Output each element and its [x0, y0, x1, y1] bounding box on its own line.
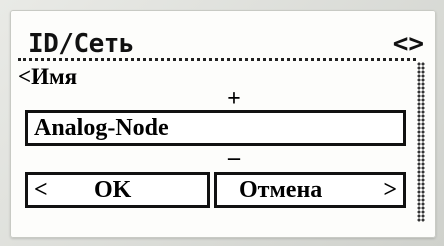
name-field[interactable]: Analog-Node [25, 110, 406, 146]
decrement-indicator[interactable]: – [222, 146, 246, 170]
back-to-name[interactable]: <Имя [18, 62, 77, 92]
header-divider [18, 58, 416, 61]
scrollbar[interactable] [417, 62, 425, 222]
cancel-button[interactable]: Отмена > [214, 172, 406, 208]
chevron-right-icon: > [383, 177, 397, 203]
increment-indicator[interactable]: + [222, 86, 246, 112]
page-nav-arrows[interactable]: <> [393, 26, 424, 62]
ok-button-label: OK [94, 177, 132, 203]
chevron-left-icon: < [34, 177, 48, 203]
ok-button[interactable]: < OK [25, 172, 210, 208]
title-bar: ID/Сеть <> [28, 26, 424, 62]
cancel-button-label: Отмена [239, 177, 323, 203]
page-title: ID/Сеть [28, 29, 135, 59]
